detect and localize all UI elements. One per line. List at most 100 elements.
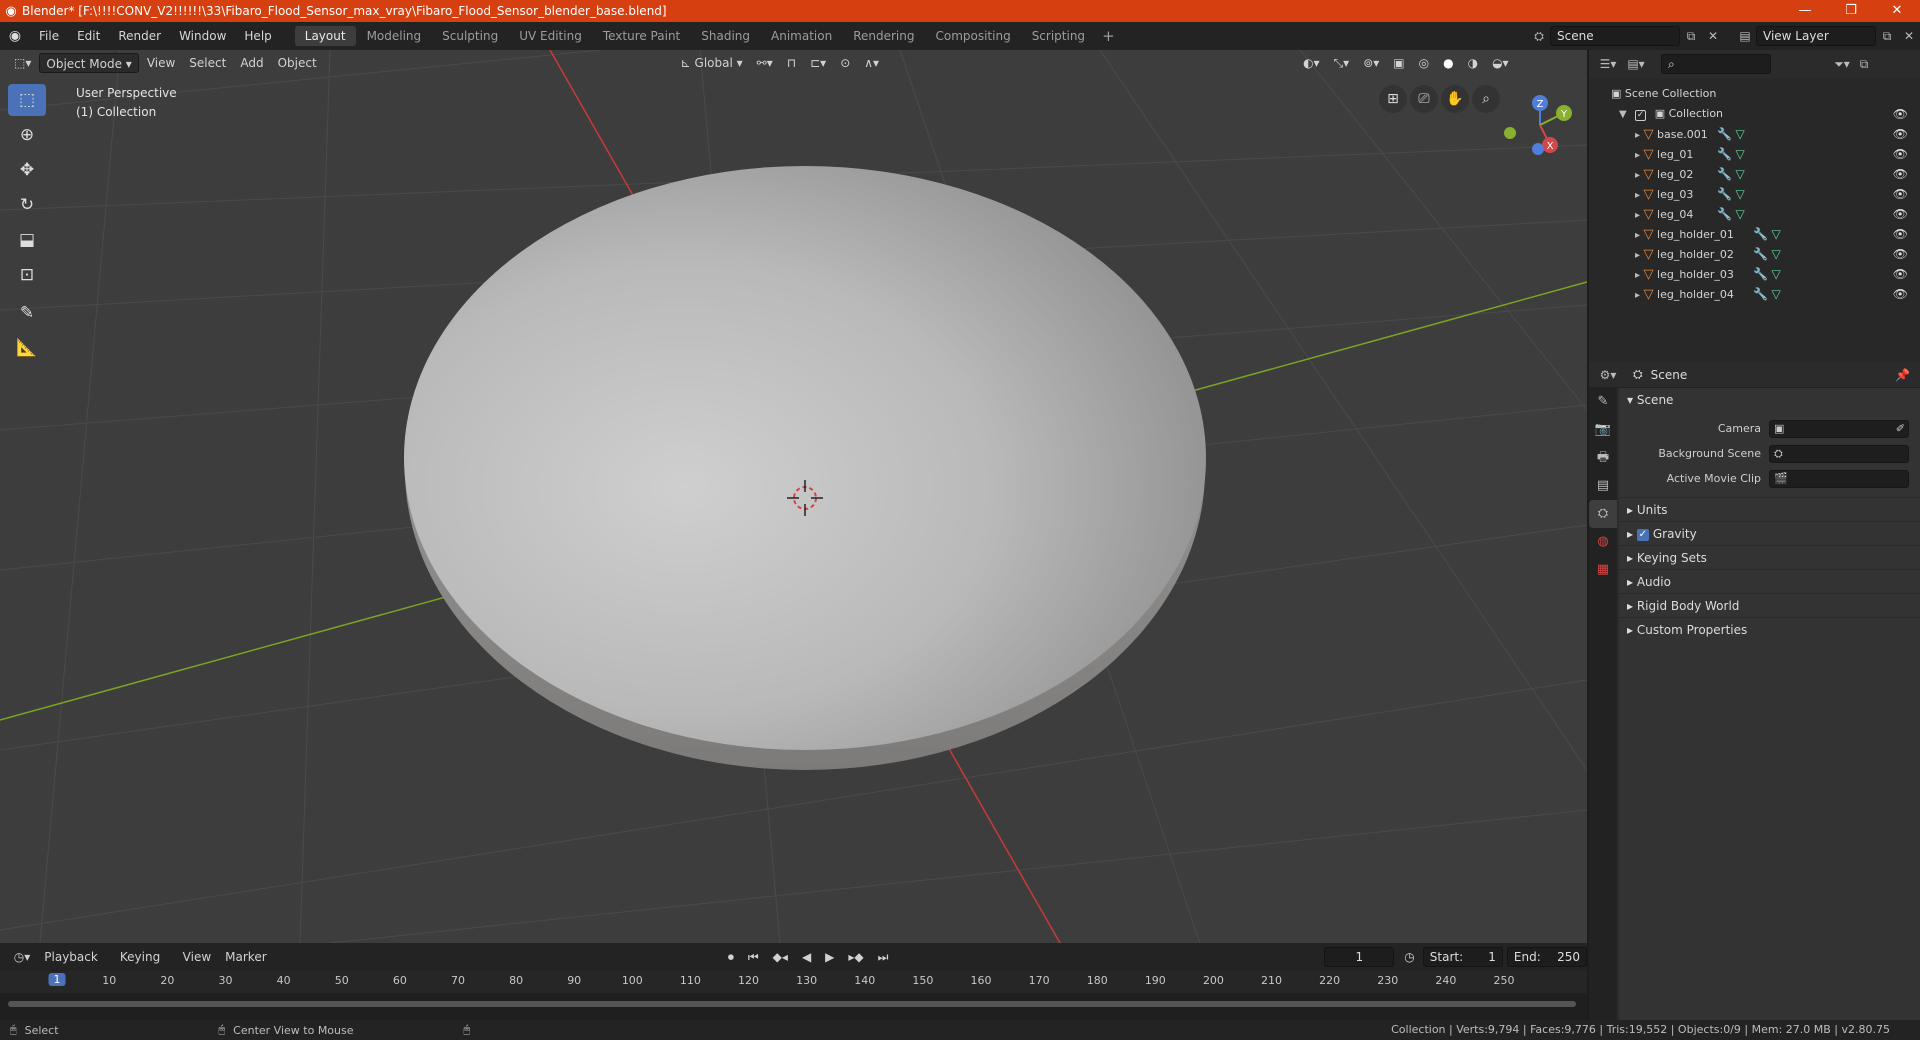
outliner-collection[interactable]: ▼ ✓ ▣ Collection 👁 — [1589, 104, 1920, 124]
menu-select[interactable]: Select — [183, 53, 232, 73]
tab-shading[interactable]: Shading — [691, 26, 760, 46]
rendered-shading-icon[interactable]: ◒▾ — [1486, 53, 1515, 73]
mesh-data-icon[interactable]: ▽ — [1771, 267, 1780, 281]
solid-shading-icon[interactable]: ● — [1437, 53, 1459, 73]
scene-panel-header[interactable]: ▾ Scene — [1619, 388, 1920, 412]
expand-triangle-icon[interactable]: ▸ — [1635, 130, 1640, 141]
gravity-panel-header[interactable]: ▸ ✓ Gravity — [1619, 521, 1920, 545]
restore-button[interactable]: ❐ — [1828, 0, 1874, 22]
modifier-wrench-icon[interactable]: 🔧 — [1717, 147, 1732, 161]
menu-window[interactable]: Window — [170, 22, 235, 50]
tab-rendering[interactable]: Rendering — [843, 26, 924, 46]
gizmo-toggle-icon[interactable]: ⤡▾ — [1328, 53, 1356, 73]
jump-keyframe-back-icon[interactable]: ◆◂ — [767, 947, 794, 967]
menu-keying[interactable]: Keying ▾ — [114, 947, 175, 984]
movie-clip-field[interactable]: 🎬 — [1769, 469, 1909, 488]
outliner-object-row[interactable]: ▸ ▽ leg_holder_04 🔧 ▽ 👁 — [1589, 284, 1920, 304]
outliner-object-row[interactable]: ▸ ▽ base.001 🔧 ▽ 👁 — [1589, 124, 1920, 144]
background-scene-field[interactable]: ⛭ — [1769, 444, 1909, 463]
toggle-grid-view-icon[interactable]: ⊞ — [1379, 85, 1407, 113]
modifier-wrench-icon[interactable]: 🔧 — [1717, 167, 1732, 181]
expand-triangle-icon[interactable]: ▸ — [1635, 270, 1640, 281]
mesh-data-icon[interactable]: ▽ — [1735, 187, 1744, 201]
mesh-data-icon[interactable]: ▽ — [1771, 247, 1780, 261]
custom-properties-panel-header[interactable]: ▸ Custom Properties — [1619, 617, 1920, 641]
menu-help[interactable]: Help — [235, 22, 280, 50]
modifier-wrench-icon[interactable]: 🔧 — [1753, 247, 1768, 261]
menu-timeline-view[interactable]: View — [177, 947, 217, 967]
expand-triangle-icon[interactable]: ▸ — [1635, 190, 1640, 201]
auto-keying-clock-icon[interactable]: ◷ — [1398, 947, 1420, 967]
snap-target-icon[interactable]: ⊏▾ — [804, 53, 832, 73]
menu-marker[interactable]: Marker — [219, 947, 272, 967]
mesh-data-icon[interactable]: ▽ — [1771, 227, 1780, 241]
orientation-selector[interactable]: ⊾ Global ▾ — [675, 53, 749, 73]
blender-menu-icon[interactable]: ◉ — [0, 28, 30, 44]
expand-triangle-icon[interactable]: ▸ — [1635, 170, 1640, 181]
menu-render[interactable]: Render — [109, 22, 170, 50]
menu-add[interactable]: Add — [234, 53, 269, 73]
menu-object[interactable]: Object — [272, 53, 323, 73]
expand-triangle-icon[interactable]: ▸ — [1635, 210, 1640, 221]
start-frame-field[interactable]: Start: 1 — [1422, 947, 1503, 967]
tab-compositing[interactable]: Compositing — [925, 26, 1020, 46]
checkbox-icon[interactable]: ✓ — [1635, 110, 1647, 121]
jump-end-icon[interactable]: ⏭ — [872, 947, 895, 967]
tab-uv-editing[interactable]: UV Editing — [509, 26, 592, 46]
play-reverse-icon[interactable]: ◀ — [796, 947, 817, 967]
minimize-button[interactable]: — — [1782, 0, 1828, 22]
scene-icon[interactable]: ⛭ — [1528, 26, 1550, 46]
close-button[interactable]: ✕ — [1874, 0, 1920, 22]
tab-animation[interactable]: Animation — [761, 26, 842, 46]
eye-icon[interactable]: 👁 — [1893, 184, 1908, 204]
end-frame-field[interactable]: End: 250 — [1506, 947, 1587, 967]
snap-icon[interactable]: ⊓ — [781, 53, 802, 73]
wireframe-shading-icon[interactable]: ◎ — [1413, 53, 1435, 73]
editor-type-icon[interactable]: ⬚▾ — [8, 53, 37, 73]
menu-view[interactable]: View — [141, 53, 181, 73]
outliner-object-row[interactable]: ▸ ▽ leg_holder_01 🔧 ▽ 👁 — [1589, 224, 1920, 244]
outliner-object-row[interactable]: ▸ ▽ leg_03 🔧 ▽ 👁 — [1589, 184, 1920, 204]
eye-icon[interactable]: 👁 — [1893, 204, 1908, 224]
mesh-data-icon[interactable]: ▽ — [1735, 167, 1744, 181]
play-icon[interactable]: ▶ — [819, 947, 840, 967]
falloff-icon[interactable]: ∧▾ — [858, 53, 885, 73]
view-layer-icon[interactable]: ▤ — [1734, 26, 1756, 46]
view-layer-tab-icon[interactable]: ▤ — [1589, 472, 1617, 500]
modifier-wrench-icon[interactable]: 🔧 — [1753, 267, 1768, 281]
current-frame-field[interactable]: 1 — [1324, 947, 1395, 967]
eye-icon[interactable]: 👁 — [1893, 264, 1908, 284]
modifier-wrench-icon[interactable]: 🔧 — [1717, 187, 1732, 201]
material-shading-icon[interactable]: ◑ — [1462, 53, 1484, 73]
new-scene-icon[interactable]: ⧉ — [1680, 26, 1702, 46]
audio-panel-header[interactable]: ▸ Audio — [1619, 569, 1920, 593]
delete-scene-icon[interactable]: ✕ — [1702, 26, 1724, 46]
jump-start-icon[interactable]: ⏮ — [742, 947, 765, 967]
render-tab-icon[interactable]: 📷 — [1589, 416, 1617, 444]
tab-sculpting[interactable]: Sculpting — [432, 26, 508, 46]
mesh-data-icon[interactable]: ▽ — [1735, 147, 1744, 161]
overlays-icon[interactable]: ⊚▾ — [1357, 53, 1385, 73]
filter-icon[interactable]: ⏷▾ — [1831, 54, 1853, 74]
mode-selector[interactable]: Object Mode ▾ — [39, 53, 139, 73]
visibility-icon[interactable]: ◐▾ — [1297, 53, 1326, 73]
view-layer-selector[interactable]: View Layer — [1756, 26, 1876, 46]
eye-icon[interactable]: 👁 — [1893, 104, 1908, 124]
eye-icon[interactable]: 👁 — [1893, 144, 1908, 164]
menu-file[interactable]: File — [30, 22, 68, 50]
gravity-checkbox[interactable]: ✓ — [1636, 528, 1649, 541]
modifier-wrench-icon[interactable]: 🔧 — [1753, 287, 1768, 301]
outliner-object-row[interactable]: ▸ ▽ leg_holder_02 🔧 ▽ 👁 — [1589, 244, 1920, 264]
select-box-tool-icon[interactable]: ⬚ — [8, 84, 46, 116]
pan-hand-icon[interactable]: ✋ — [1441, 85, 1469, 113]
expand-triangle-icon[interactable]: ▼ — [1619, 109, 1627, 120]
timeline-editor-type-icon[interactable]: ◷▾ — [8, 947, 37, 967]
camera-view-icon[interactable]: ⎚ — [1410, 85, 1438, 113]
modifier-wrench-icon[interactable]: 🔧 — [1717, 127, 1732, 141]
eye-icon[interactable]: 👁 — [1893, 124, 1908, 144]
menu-edit[interactable]: Edit — [68, 22, 109, 50]
zoom-icon[interactable]: ⌕ — [1472, 85, 1500, 113]
mesh-data-icon[interactable]: ▽ — [1771, 287, 1780, 301]
tab-layout[interactable]: Layout — [294, 26, 356, 46]
pivot-icon[interactable]: ⚯▾ — [751, 53, 779, 73]
